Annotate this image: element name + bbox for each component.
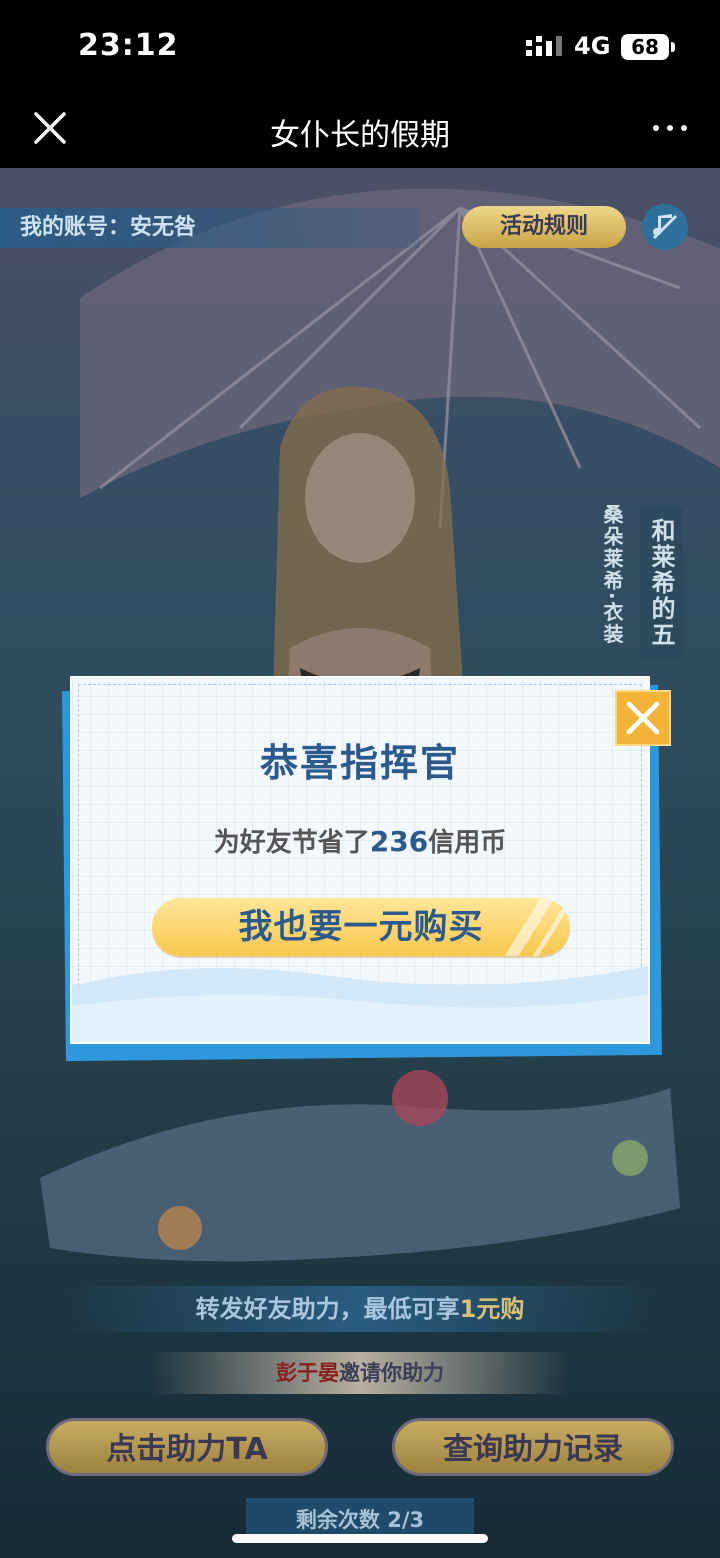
share-tip: 转发好友助力，最低可享1元购 <box>60 1286 660 1332</box>
status-bar: 23:12 4G 68 <box>0 0 720 92</box>
saved-amount: 236 <box>369 825 429 858</box>
title-bar: 女仆长的假期 <box>0 92 720 168</box>
battery-icon: 68 <box>621 34 675 60</box>
congrats-modal: 恭喜指挥官 为好友节省了236信用币 我也要一元购买 <box>70 676 650 1044</box>
status-time: 23:12 <box>78 28 179 63</box>
wave-decoration <box>72 966 648 1042</box>
music-mute-icon[interactable] <box>642 204 688 250</box>
inviter-name: 彭于晏 <box>276 1361 339 1385</box>
event-logo <box>40 1070 680 1262</box>
modal-close-icon[interactable] <box>615 690 671 746</box>
message-suffix: 信用币 <box>428 828 507 858</box>
network-type: 4G <box>574 32 611 60</box>
page-title: 女仆长的假期 <box>270 118 450 153</box>
message-prefix: 为好友节省了 <box>213 828 370 858</box>
invite-suffix: 邀请你助力 <box>339 1361 444 1385</box>
account-label: 我的账号：安无咎 <box>0 208 420 248</box>
rules-button[interactable]: 活动规则 <box>462 206 626 248</box>
costume-title: 和莱希的五 <box>640 508 683 658</box>
record-button[interactable]: 查询助力记录 <box>392 1418 674 1476</box>
buy-button[interactable]: 我也要一元购买 <box>152 898 570 956</box>
share-tip-text: 转发好友助力，最低可享 <box>195 1295 460 1323</box>
signal-icon <box>526 36 562 56</box>
costume-caption: 桑朵莱希·衣装 <box>600 504 624 646</box>
home-indicator[interactable] <box>232 1534 488 1543</box>
modal-title: 恭喜指挥官 <box>259 741 460 785</box>
more-icon[interactable] <box>650 118 690 138</box>
share-tip-highlight: 1元购 <box>459 1295 525 1323</box>
buy-button-label: 我也要一元购买 <box>238 907 484 947</box>
help-button[interactable]: 点击助力TA <box>46 1418 328 1476</box>
invite-text: 彭于晏邀请你助力 <box>150 1352 570 1394</box>
modal-message: 为好友节省了236信用币 <box>72 822 648 859</box>
